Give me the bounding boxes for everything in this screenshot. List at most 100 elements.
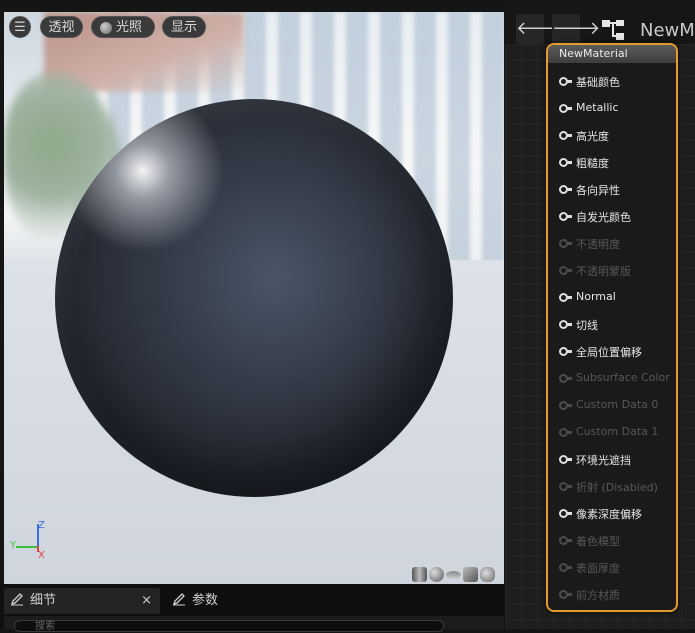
pin-arrow-icon xyxy=(567,215,572,218)
pin-label: Metallic xyxy=(576,101,619,114)
back-button[interactable]: 🡐 xyxy=(516,14,564,44)
pin-label: Custom Data 1 xyxy=(576,425,659,438)
node-pin-row[interactable]: 表面厚度 xyxy=(548,555,676,582)
node-pin-row[interactable]: Subsurface Color xyxy=(548,366,676,393)
node-pin-row[interactable]: Metallic xyxy=(548,96,676,123)
node-pin-row[interactable]: 高光度 xyxy=(548,123,676,150)
x-axis-label: X xyxy=(38,550,45,561)
node-pin-row[interactable]: Custom Data 0 xyxy=(548,393,676,420)
cube-icon[interactable] xyxy=(463,567,478,582)
pin-arrow-icon xyxy=(567,188,572,191)
y-axis-line xyxy=(16,546,38,548)
pin-arrow-icon xyxy=(567,512,572,515)
pin-arrow-icon xyxy=(567,80,572,83)
tab-parameters[interactable]: 参数 xyxy=(166,588,266,614)
show-button[interactable]: 显示 xyxy=(162,16,206,38)
node-pin-row[interactable]: 环境光遮挡 xyxy=(548,447,676,474)
node-pin-row[interactable]: 粗糙度 xyxy=(548,150,676,177)
pin-arrow-icon xyxy=(567,323,572,326)
pin-label: Subsurface Color xyxy=(576,371,670,384)
y-axis-label: Y xyxy=(10,540,17,551)
plane-icon[interactable] xyxy=(446,571,461,579)
node-pin-row[interactable]: 前方材质 xyxy=(548,582,676,609)
pin-label: 折射 (Disabled) xyxy=(576,481,658,494)
pin-label: 基础颜色 xyxy=(576,76,620,89)
node-pin-row[interactable]: 不透明蒙版 xyxy=(548,258,676,285)
material-preview-viewport[interactable]: ☰ 透视 光照 显示 Z Y X xyxy=(4,12,504,584)
node-pin-row[interactable]: 切线 xyxy=(548,312,676,339)
pin-arrow-icon xyxy=(567,485,572,488)
graph-title: NewM xyxy=(640,20,695,41)
arrow-right-icon: 🡒 xyxy=(552,18,601,39)
search-row: 搜索 xyxy=(4,616,504,632)
show-label: 显示 xyxy=(170,20,197,35)
pin-label: 自发光颜色 xyxy=(576,211,631,224)
node-pin-row[interactable]: Normal xyxy=(548,285,676,312)
graph-hierarchy-icon xyxy=(602,20,624,40)
pin-label: 前方材质 xyxy=(576,589,620,602)
preview-shape-toolbar xyxy=(412,567,497,583)
viewport-menu-button[interactable]: ☰ xyxy=(9,16,31,38)
pin-label: Normal xyxy=(576,290,616,303)
lighting-button[interactable]: 光照 xyxy=(91,16,155,38)
pin-label: 各向异性 xyxy=(576,184,620,197)
pin-arrow-icon xyxy=(567,566,572,569)
pin-arrow-icon xyxy=(567,458,572,461)
graph-toolbar: 🡐 🡒 NewM xyxy=(505,0,695,44)
pin-label: 着色模型 xyxy=(576,535,620,548)
node-pin-row[interactable]: 自发光颜色 xyxy=(548,204,676,231)
pencil-icon xyxy=(172,593,185,606)
pin-arrow-icon xyxy=(567,539,572,542)
sphere-icon[interactable] xyxy=(429,567,444,582)
node-pin-row[interactable]: Custom Data 1 xyxy=(548,420,676,447)
cylinder-icon[interactable] xyxy=(412,567,427,582)
pin-arrow-icon xyxy=(567,269,572,272)
tab-details[interactable]: 细节 × xyxy=(4,588,160,614)
pin-label: 全局位置偏移 xyxy=(576,346,642,359)
pin-label: 环境光遮挡 xyxy=(576,454,631,467)
pin-arrow-icon xyxy=(567,161,572,164)
node-pin-row[interactable]: 不透明度 xyxy=(548,231,676,258)
pin-arrow-icon xyxy=(567,107,572,110)
node-pin-row[interactable]: 着色模型 xyxy=(548,528,676,555)
pin-arrow-icon xyxy=(567,134,572,137)
close-icon[interactable]: × xyxy=(141,588,152,614)
pin-arrow-icon xyxy=(567,242,572,245)
pin-arrow-icon xyxy=(567,593,572,596)
tab-details-label: 细节 xyxy=(30,593,57,608)
pin-label: 表面厚度 xyxy=(576,562,620,575)
pin-arrow-icon xyxy=(567,377,572,380)
hamburger-icon: ☰ xyxy=(14,20,26,35)
perspective-button[interactable]: 透视 xyxy=(40,16,83,38)
pin-label: 切线 xyxy=(576,319,598,332)
node-pin-row[interactable]: 基础颜色 xyxy=(548,69,676,96)
axis-gizmo: Z Y X xyxy=(10,520,50,564)
pin-arrow-icon xyxy=(567,431,572,434)
z-axis-label: Z xyxy=(38,520,45,531)
pencil-icon xyxy=(10,593,23,606)
pin-label: 不透明度 xyxy=(576,238,620,251)
lighting-sphere-icon xyxy=(100,22,112,34)
details-tab-bar: 细节 × 参数 搜索 xyxy=(0,584,505,632)
preview-sphere[interactable] xyxy=(55,99,453,497)
pin-arrow-icon xyxy=(567,350,572,353)
node-header[interactable]: NewMaterial xyxy=(548,45,676,63)
material-output-node[interactable]: NewMaterial 基础颜色 Metallic 高光度粗糙度各向异性自发光颜色不… xyxy=(546,43,678,612)
node-pin-row[interactable]: 全局位置偏移 xyxy=(548,339,676,366)
node-pin-row[interactable]: 像素深度偏移 xyxy=(548,501,676,528)
node-pin-row[interactable]: 各向异性 xyxy=(548,177,676,204)
lighting-label: 光照 xyxy=(116,20,143,35)
pin-label: 不透明蒙版 xyxy=(576,265,631,278)
perspective-label: 透视 xyxy=(48,20,75,35)
pin-label: Custom Data 0 xyxy=(576,398,659,411)
pin-label: 粗糙度 xyxy=(576,157,609,170)
pin-arrow-icon xyxy=(567,404,572,407)
pin-label: 高光度 xyxy=(576,130,609,143)
pin-arrow-icon xyxy=(567,296,572,299)
search-input[interactable]: 搜索 xyxy=(14,620,444,632)
node-pin-row[interactable]: 折射 (Disabled) xyxy=(548,474,676,501)
teapot-icon[interactable] xyxy=(480,567,495,582)
pin-label: 像素深度偏移 xyxy=(576,508,642,521)
forward-button[interactable]: 🡒 xyxy=(552,14,600,44)
tab-parameters-label: 参数 xyxy=(192,593,219,608)
